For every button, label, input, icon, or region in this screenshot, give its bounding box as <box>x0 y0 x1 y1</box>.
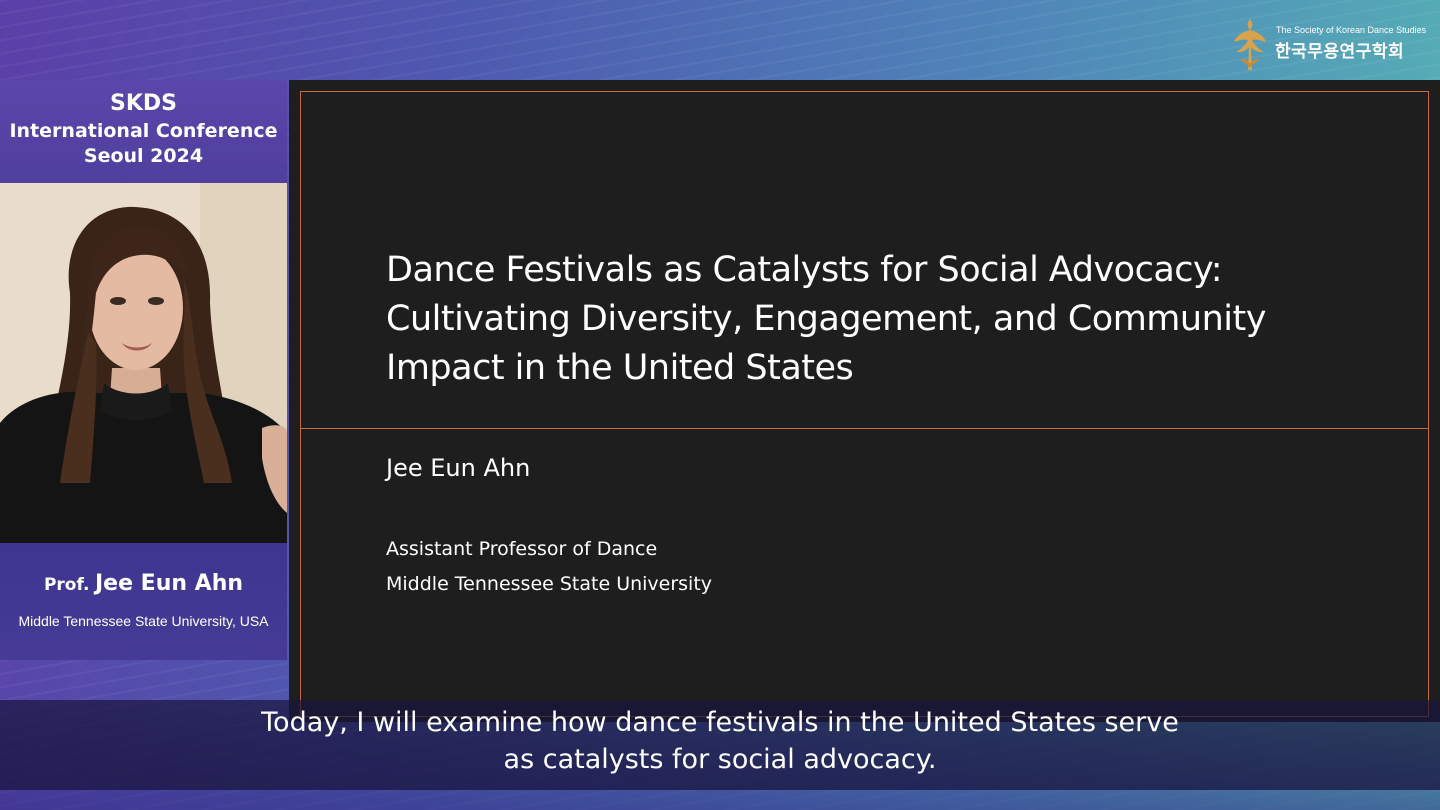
slide-divider <box>300 428 1429 429</box>
speaker-title-prefix: Prof. <box>43 575 90 595</box>
speaker-video-image <box>0 183 287 543</box>
slide-author-university: Middle Tennessee State University <box>386 573 713 595</box>
speaker-name-line: Prof. Jee Eun Ahn <box>0 571 287 596</box>
slide-border <box>300 91 1429 717</box>
speaker-affiliation: Middle Tennessee State University, USA <box>18 613 269 629</box>
society-name-english: The Society of Korean Dance Studies <box>1276 25 1427 35</box>
presentation-slide: Dance Festivals as Catalysts for Social … <box>289 80 1440 722</box>
slide-title-line: Impact in the United States <box>386 348 854 388</box>
subtitle-line: Today, I will examine how dance festival… <box>261 707 1179 738</box>
speaker-panel: SKDS International Conference Seoul 2024 <box>0 80 287 660</box>
slide-author: Jee Eun Ahn <box>386 454 531 482</box>
speaker-nametag: Prof. Jee Eun Ahn Middle Tennessee State… <box>0 543 287 660</box>
society-logo: The Society of Korean Dance Studies 한국무용… <box>1228 16 1428 76</box>
conference-acronym: SKDS <box>110 91 177 116</box>
speaker-name: Jee Eun Ahn <box>94 571 244 596</box>
conference-name: International Conference <box>9 120 278 142</box>
dancer-emblem-icon <box>1234 19 1266 70</box>
slide-title-line: Cultivating Diversity, Engagement, and C… <box>386 299 1266 339</box>
slide-author-role: Assistant Professor of Dance <box>386 538 658 560</box>
society-name-korean: 한국무용연구학회 <box>1275 42 1405 62</box>
video-frame: The Society of Korean Dance Studies 한국무용… <box>0 0 1440 810</box>
subtitle-caption: Today, I will examine how dance festival… <box>0 704 1440 778</box>
speaker-video <box>0 183 287 543</box>
slide-title-line: Dance Festivals as Catalysts for Social … <box>386 250 1223 290</box>
subtitle-line: as catalysts for social advocacy. <box>503 744 937 775</box>
slide-title: Dance Festivals as Catalysts for Social … <box>386 246 1406 393</box>
conference-title: SKDS International Conference Seoul 2024 <box>0 80 287 183</box>
conference-location-year: Seoul 2024 <box>83 145 204 167</box>
